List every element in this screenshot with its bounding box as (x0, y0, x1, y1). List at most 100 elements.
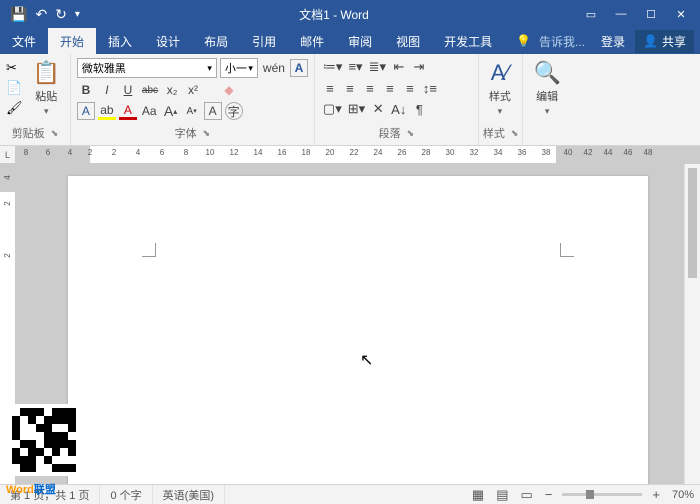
increase-indent-icon[interactable]: ⇥ (410, 58, 428, 76)
tab-selector[interactable]: L (0, 146, 16, 164)
show-marks-icon[interactable]: ¶ (410, 100, 428, 118)
subscript-button[interactable]: x₂ (163, 81, 181, 99)
chevron-down-icon: ▾ (44, 106, 49, 117)
qat-more-icon[interactable]: ▾ (75, 9, 80, 20)
share-icon: 👤 (643, 34, 658, 48)
group-label: 字体 (175, 125, 197, 141)
format-painter-icon[interactable]: 🖌 (6, 100, 23, 116)
undo-icon[interactable]: ↶ (35, 6, 47, 23)
group-clipboard: ✂ 📄 🖌 📋 粘贴 ▾ 剪贴板⬊ (0, 54, 71, 145)
close-icon[interactable]: ✕ (668, 4, 694, 24)
char-circle-icon[interactable]: 字 (225, 102, 243, 120)
group-label: 样式 (483, 125, 505, 141)
line-spacing-icon[interactable]: ↕≡ (421, 79, 439, 97)
margin-mark-tl (142, 243, 156, 257)
tab-devtools[interactable]: 开发工具 (432, 28, 504, 54)
font-size-select[interactable]: 小一▾ (220, 58, 258, 78)
dialog-launcher-icon[interactable]: ⬊ (511, 128, 519, 139)
zoom-slider[interactable] (562, 493, 642, 496)
status-words[interactable]: 0 个字 (100, 485, 152, 504)
login-link[interactable]: 登录 (593, 33, 633, 50)
tab-view[interactable]: 视图 (384, 28, 432, 54)
sort-icon[interactable]: A↓ (389, 100, 408, 118)
tab-layout[interactable]: 布局 (192, 28, 240, 54)
group-label: 段落 (379, 125, 401, 141)
chevron-down-icon: ▾ (498, 106, 503, 117)
ruler-horizontal[interactable]: 8642246810121416182022242628303234363840… (16, 146, 700, 164)
char-border-icon[interactable]: A (290, 59, 308, 77)
quick-access-toolbar: 💾 ↶ ↻ ▾ (0, 6, 90, 23)
cut-icon[interactable]: ✂ (6, 60, 23, 76)
copy-icon[interactable]: 📄 (6, 80, 23, 96)
ribbon: ✂ 📄 🖌 📋 粘贴 ▾ 剪贴板⬊ 微软雅黑▾ 小一▾ wén A (0, 54, 700, 146)
find-icon: 🔍 (533, 60, 560, 86)
status-language[interactable]: 英语(美国) (153, 485, 225, 504)
ribbon-options-icon[interactable]: ▭ (578, 4, 604, 24)
tell-me[interactable]: 告诉我... (533, 33, 591, 50)
page[interactable] (68, 176, 648, 484)
shading-icon[interactable]: ▢▾ (321, 100, 344, 118)
clear-format-icon[interactable]: ◆ (220, 81, 238, 99)
tab-references[interactable]: 引用 (240, 28, 288, 54)
tab-insert[interactable]: 插入 (96, 28, 144, 54)
scrollbar-thumb[interactable] (688, 168, 697, 278)
underline-button[interactable]: U (119, 81, 137, 99)
phonetic-guide-icon[interactable]: wén (261, 59, 287, 77)
multilevel-icon[interactable]: ≣▾ (367, 58, 388, 76)
tab-home[interactable]: 开始 (48, 28, 96, 54)
change-case-button[interactable]: Aa (140, 102, 159, 120)
view-print-icon[interactable]: ▦ (466, 487, 490, 503)
ruler-horizontal-row: L 86422468101214161820222426283032343638… (0, 146, 700, 164)
borders-icon[interactable]: ⊞▾ (346, 100, 367, 118)
watermark-logo: Word联盟 (6, 481, 56, 497)
view-web-icon[interactable]: ▭ (514, 487, 538, 503)
grow-font-button[interactable]: A▴ (162, 102, 180, 120)
styles-button[interactable]: A⁄ 样式 ▾ (483, 56, 517, 121)
tab-design[interactable]: 设计 (144, 28, 192, 54)
dialog-launcher-icon[interactable]: ⬊ (203, 128, 211, 139)
share-button[interactable]: 👤共享 (635, 30, 694, 53)
font-name-select[interactable]: 微软雅黑▾ (77, 58, 217, 78)
qr-code (8, 404, 80, 476)
highlight-icon[interactable]: ab (98, 102, 116, 120)
window-controls: ▭ — ☐ ✕ (578, 4, 700, 24)
dialog-launcher-icon[interactable]: ⬊ (51, 128, 59, 139)
bold-button[interactable]: B (77, 81, 95, 99)
view-read-icon[interactable]: ▤ (490, 487, 514, 503)
char-shading-icon[interactable]: A (77, 102, 95, 120)
document-area: 4 2 2 (0, 164, 700, 484)
bullets-icon[interactable]: ≔▾ (321, 58, 345, 76)
align-right-icon[interactable]: ≡ (361, 79, 379, 97)
italic-button[interactable]: I (98, 81, 116, 99)
save-icon[interactable]: 💾 (10, 6, 27, 23)
align-center-icon[interactable]: ≡ (341, 79, 359, 97)
group-font: 微软雅黑▾ 小一▾ wén A B I U abc x₂ x² ◆ A (71, 54, 315, 145)
numbering-icon[interactable]: ≡▾ (346, 58, 364, 76)
redo-icon[interactable]: ↻ (55, 6, 67, 23)
zoom-slider-thumb[interactable] (586, 490, 594, 499)
maximize-icon[interactable]: ☐ (638, 4, 664, 24)
page-viewport[interactable] (16, 164, 700, 484)
styles-icon: A⁄ (491, 60, 509, 86)
find-button[interactable]: 🔍 编辑 ▾ (527, 56, 566, 121)
tab-file[interactable]: 文件 (0, 28, 48, 54)
align-distribute-icon[interactable]: ≡ (401, 79, 419, 97)
align-justify-icon[interactable]: ≡ (381, 79, 399, 97)
tab-review[interactable]: 审阅 (336, 28, 384, 54)
paste-button[interactable]: 📋 粘贴 ▾ (27, 56, 66, 121)
shrink-font-button[interactable]: A▾ (183, 102, 201, 120)
strike-button[interactable]: abc (140, 81, 160, 99)
align-left-icon[interactable]: ≡ (321, 79, 339, 97)
enclose-char-icon[interactable]: A (204, 102, 222, 120)
tab-mail[interactable]: 邮件 (288, 28, 336, 54)
superscript-button[interactable]: x² (184, 81, 202, 99)
title-bar: 💾 ↶ ↻ ▾ 文档1 - Word ▭ — ☐ ✕ (0, 0, 700, 28)
snap-grid-icon[interactable]: ✕ (369, 100, 387, 118)
margin-mark-tr (560, 243, 574, 257)
minimize-icon[interactable]: — (608, 4, 634, 24)
zoom-level[interactable]: 70% (666, 489, 700, 501)
decrease-indent-icon[interactable]: ⇤ (390, 58, 408, 76)
vertical-scrollbar[interactable] (684, 164, 700, 484)
dialog-launcher-icon[interactable]: ⬊ (407, 128, 415, 139)
font-color-icon[interactable]: A (119, 102, 137, 120)
